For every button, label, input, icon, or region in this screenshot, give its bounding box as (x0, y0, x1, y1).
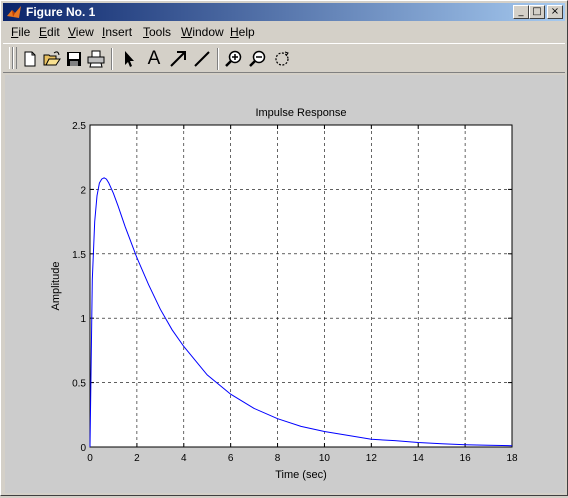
axes-area[interactable] (89, 124, 513, 448)
toolbar-grip[interactable] (13, 47, 17, 69)
insert-text-icon[interactable]: A (143, 48, 165, 70)
insert-line-icon[interactable] (191, 48, 213, 70)
x-tick-label: 6 (228, 453, 234, 464)
x-tick-label: 8 (275, 453, 281, 464)
y-tick-label: 0.5 (72, 379, 86, 390)
zoom-out-icon[interactable] (247, 48, 269, 70)
maximize-icon: □ (532, 6, 542, 17)
close-icon: × (550, 6, 560, 17)
x-tick-label: 16 (460, 453, 472, 464)
y-tick-label: 2 (80, 185, 86, 196)
open-folder-icon[interactable] (41, 48, 63, 70)
print-icon[interactable] (85, 48, 107, 70)
window-title: Figure No. 1 (26, 5, 96, 19)
y-tick-label: 0 (80, 443, 86, 454)
menu-insert[interactable]: Insert (102, 25, 132, 39)
select-arrow-icon[interactable] (117, 48, 139, 70)
close-button[interactable]: × (547, 5, 563, 19)
menu-tools[interactable]: Tools (143, 25, 171, 39)
y-tick-label: 1.5 (72, 250, 86, 261)
rotate-3d-icon[interactable] (271, 48, 293, 70)
minimize-icon: _ (518, 6, 524, 17)
zoom-in-icon[interactable] (223, 48, 245, 70)
x-tick-label: 14 (413, 453, 425, 464)
figure-canvas: 0 2 4 6 8 10 12 14 16 18 0 0.5 1 1.5 2 2.5 Impulse Resp… (5, 75, 565, 493)
y-tick-label: 1 (80, 314, 86, 325)
insert-arrow-icon[interactable] (167, 48, 189, 70)
y-axis-label: Amplitude (50, 262, 62, 311)
minimize-button[interactable]: _ (513, 5, 529, 19)
toolbar-separator (111, 48, 113, 70)
new-file-icon[interactable] (19, 48, 41, 70)
menu-file[interactable]: File (11, 25, 30, 39)
x-axis-label: Time (sec) (275, 469, 327, 481)
save-icon[interactable] (63, 48, 85, 70)
x-tick-label: 0 (87, 453, 93, 464)
toolbar: A (3, 43, 565, 73)
matlab-logo-icon (7, 6, 21, 18)
x-tick-label: 18 (506, 453, 518, 464)
menu-bar: File Edit View Insert Tools Window Help (3, 23, 565, 41)
impulse-response-plot[interactable]: 0 2 4 6 8 10 12 14 16 18 0 0.5 1 1.5 2 2.5 Impulse Resp… (5, 75, 565, 493)
maximize-button[interactable]: □ (529, 5, 545, 19)
toolbar-separator (217, 48, 219, 70)
x-tick-label: 4 (181, 453, 187, 464)
menu-view[interactable]: View (68, 25, 94, 39)
figure-window: Figure No. 1 _ □ × File Edit View Insert… (0, 0, 568, 496)
x-tick-label: 12 (366, 453, 378, 464)
menu-help[interactable]: Help (230, 25, 255, 39)
menu-window[interactable]: Window (181, 25, 224, 39)
y-tick-label: 2.5 (72, 121, 86, 132)
x-tick-label: 2 (134, 453, 140, 464)
menu-edit[interactable]: Edit (39, 25, 60, 39)
x-tick-label: 10 (319, 453, 331, 464)
title-bar[interactable]: Figure No. 1 _ □ × (3, 3, 565, 21)
chart-title: Impulse Response (255, 107, 346, 119)
